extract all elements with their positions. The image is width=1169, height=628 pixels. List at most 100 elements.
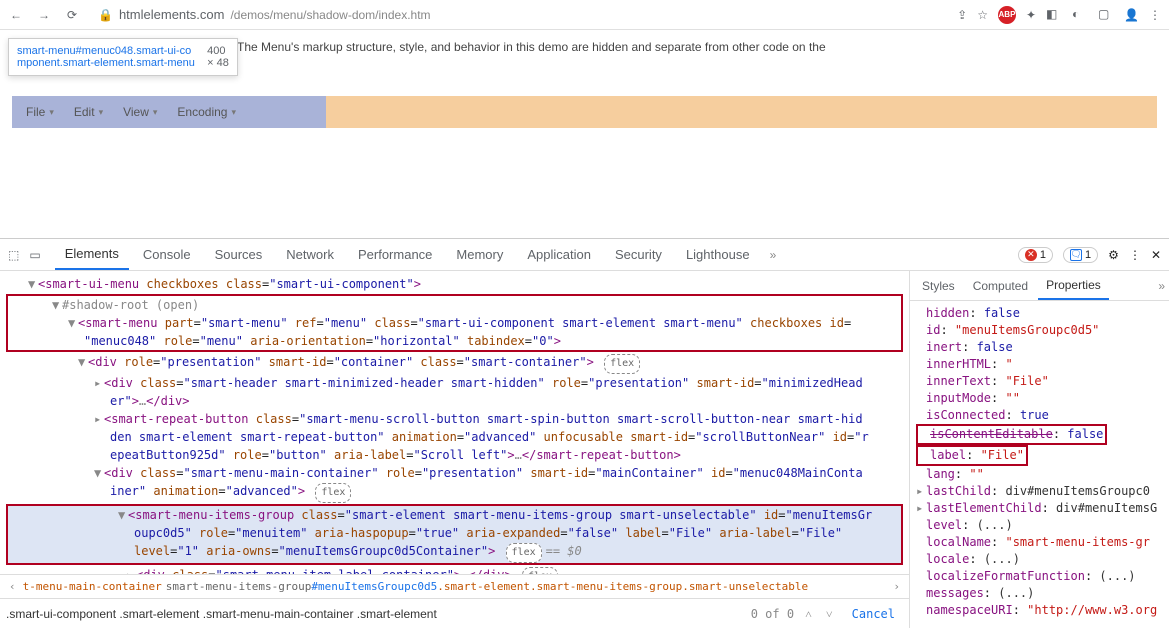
sidebar-tab-computed[interactable]: Computed [965,273,1036,299]
chevron-down-icon: ▾ [153,107,158,118]
chevron-down-icon: ▾ [99,107,104,118]
property-row[interactable]: level: (...) [916,517,1163,534]
property-row[interactable]: id: "menuItemsGroupc0d5" [916,322,1163,339]
property-row[interactable]: innerText: "File" [916,373,1163,390]
tree-line-selected[interactable]: ▼<smart-menu-items-group class="smart-el… [8,506,901,524]
tree-line[interactable]: er">…</div> [0,392,909,410]
star-icon[interactable]: ☆ [977,8,988,22]
dom-tree[interactable]: ▼<smart-ui-menu checkboxes class="smart-… [0,271,909,574]
tree-line[interactable]: ▼<smart-ui-menu checkboxes class="smart-… [0,275,909,293]
find-cancel-button[interactable]: Cancel [844,605,903,623]
properties-list[interactable]: hidden: falseid: "menuItemsGroupc0d5"ine… [910,301,1169,628]
property-row[interactable]: lang: "" [916,466,1163,483]
tree-line-selected[interactable]: oupc0d5" role="menuitem" aria-haspopup="… [8,524,901,542]
element-tooltip: smart-menu#menuc048.smart-ui-component.s… [8,38,238,76]
tree-line[interactable]: ▸<smart-repeat-button class="smart-menu-… [0,410,909,428]
tab-lighthouse[interactable]: Lighthouse [676,240,760,269]
kebab-icon[interactable]: ⋮ [1149,8,1161,22]
property-row[interactable]: locale: (...) [916,551,1163,568]
property-row[interactable]: localName: "smart-menu-items-gr [916,534,1163,551]
breadcrumb-prev-icon[interactable]: ‹ [6,578,19,596]
tooltip-selector: smart-menu#menuc048.smart-ui-component.s… [17,45,195,69]
property-row[interactable]: innerHTML: " [916,356,1163,373]
share-icon[interactable]: ⇪ [957,8,967,22]
smart-menu-demo: File▾ Edit▾ View▾ Encoding▾ [12,96,1157,128]
avatar-icon[interactable]: 👤 [1124,8,1139,22]
property-row[interactable]: inert: false [916,339,1163,356]
tab-memory[interactable]: Memory [446,240,513,269]
tab-network[interactable]: Network [276,240,344,269]
tree-line[interactable]: "menuc048" role="menu" aria-orientation=… [8,332,901,350]
address-bar[interactable]: 🔒 htmlelements.com/demos/menu/shadow-dom… [88,7,949,22]
tree-line[interactable]: ▼<div role="presentation" smart-id="cont… [0,353,909,374]
tree-line[interactable]: ▼<div class="smart-menu-main-container" … [0,464,909,482]
property-row[interactable]: namespaceURI: "http://www.w3.org [916,602,1163,619]
tooltip-dimensions: 400 × 48 [207,45,229,69]
property-row[interactable]: ▸lastElementChild: div#menuItemsG [916,500,1163,517]
property-row[interactable]: hidden: false [916,305,1163,322]
tab-application[interactable]: Application [517,240,601,269]
tree-line[interactable]: epeatButton925d" role="button" aria-labe… [0,446,909,464]
forward-icon[interactable]: → [36,7,52,23]
tree-line[interactable]: ▸<div class="smart-menu-item-label-conta… [0,566,909,574]
kebab-icon[interactable]: ⋮ [1129,248,1141,262]
more-tabs-icon[interactable]: » [764,248,783,262]
property-row[interactable]: ▸lastChild: div#menuItemsGroupc0 [916,483,1163,500]
sidebar-tab-properties[interactable]: Properties [1038,272,1109,300]
tab-sources[interactable]: Sources [205,240,273,269]
tab-security[interactable]: Security [605,240,672,269]
devtools-body: ▼<smart-ui-menu checkboxes class="smart-… [0,271,1169,628]
ext-icon-1[interactable]: ◧ [1046,7,1062,23]
more-tabs-icon[interactable]: » [1158,279,1165,293]
tab-console[interactable]: Console [133,240,201,269]
tree-line[interactable]: ▼#shadow-root (open) [8,296,901,314]
device-icon[interactable]: ▭ [29,248,40,262]
message-badge[interactable]: 🗨1 [1063,247,1098,263]
adblock-icon[interactable]: ABP [998,6,1016,24]
dom-breadcrumb[interactable]: ‹ t-menu-main-container smart-menu-items… [0,574,909,598]
find-next-icon[interactable]: ˅ [823,605,836,623]
breadcrumb-next-icon[interactable]: › [890,578,903,596]
tab-elements[interactable]: Elements [55,239,129,270]
nav-buttons: ← → ⟳ [8,7,80,23]
ext-icon-3[interactable]: ▢ [1098,7,1114,23]
menu-item-encoding[interactable]: Encoding▾ [169,101,244,123]
breadcrumb-seg[interactable]: t-menu-main-container [23,578,162,596]
devtools-tabbar: ⬚ ▭ Elements Console Sources Network Per… [0,239,1169,271]
chevron-down-icon: ▾ [49,107,54,118]
tree-line[interactable]: iner" animation="advanced"> flex [0,482,909,503]
sidebar-tab-styles[interactable]: Styles [914,273,963,299]
find-input[interactable] [6,607,743,621]
find-prev-icon[interactable]: ˄ [802,605,815,623]
tab-performance[interactable]: Performance [348,240,442,269]
close-icon[interactable]: ✕ [1151,248,1161,262]
property-row[interactable]: messages: (...) [916,585,1163,602]
property-row[interactable]: inputMode: "" [916,390,1163,407]
elements-panel[interactable]: ▼<smart-ui-menu checkboxes class="smart-… [0,271,909,628]
puzzle-icon[interactable]: ✦ [1026,8,1036,22]
inspect-icon[interactable]: ⬚ [8,248,19,262]
chevron-down-icon: ▾ [231,107,236,118]
menu-item-file[interactable]: File▾ [18,101,62,123]
tree-line[interactable]: den smart-element smart-repeat-button" a… [0,428,909,446]
annotation-box-2: ▼<smart-menu-items-group class="smart-el… [6,504,903,565]
back-icon[interactable]: ← [8,7,24,23]
tree-line-selected[interactable]: level="1" aria-owns="menuItemsGroupc0d5C… [8,542,901,563]
reload-icon[interactable]: ⟳ [64,7,80,23]
find-bar: 0 of 0 ˄ ˅ Cancel [0,598,909,628]
property-row[interactable]: isContentEditable: false [916,424,1163,445]
gear-icon[interactable]: ⚙ [1108,248,1119,262]
breadcrumb-seg[interactable]: smart-menu-items-group#menuItemsGroupc0d… [166,578,808,596]
url-path: /demos/menu/shadow-dom/index.htm [230,8,430,22]
tree-line[interactable]: ▼<smart-menu part="smart-menu" ref="menu… [8,314,901,332]
ext-icon-2[interactable]: ◐ [1072,7,1088,23]
menu-item-view[interactable]: View▾ [115,101,165,123]
menu-item-edit[interactable]: Edit▾ [66,101,111,123]
tree-line[interactable]: ▸<div class="smart-header smart-minimize… [0,374,909,392]
devtools-panel: ⬚ ▭ Elements Console Sources Network Per… [0,238,1169,628]
property-row[interactable]: label: "File" [916,445,1163,466]
menu-highlight-overlay: File▾ Edit▾ View▾ Encoding▾ [12,96,326,128]
property-row[interactable]: localizeFormatFunction: (...) [916,568,1163,585]
error-badge[interactable]: ✕1 [1018,247,1053,263]
property-row[interactable]: isConnected: true [916,407,1163,424]
